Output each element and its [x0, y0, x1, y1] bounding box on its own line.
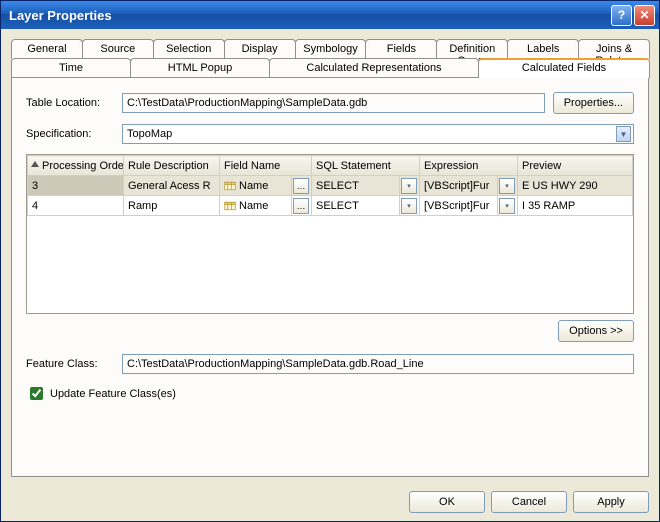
cancel-button[interactable]: Cancel — [491, 491, 567, 513]
table-location-label: Table Location: — [26, 97, 122, 109]
tab-general[interactable]: General — [11, 39, 83, 59]
feature-class-input[interactable] — [122, 354, 634, 374]
tab-definition-query[interactable]: Definition Query — [436, 39, 508, 59]
expr-dropdown-button[interactable]: ▾ — [499, 198, 515, 214]
tab-fields[interactable]: Fields — [365, 39, 437, 59]
update-feature-class-label: Update Feature Class(es) — [50, 388, 176, 400]
cell-order: 4 — [28, 196, 124, 216]
cell-rule: General Acess R — [124, 176, 220, 196]
properties-button[interactable]: Properties... — [553, 92, 634, 114]
options-button[interactable]: Options >> — [558, 320, 634, 342]
rules-grid[interactable]: Processing Order Rule Description Field … — [26, 154, 634, 314]
feature-class-label: Feature Class: — [26, 358, 122, 370]
cell-preview: E US HWY 290 — [518, 176, 633, 196]
tab-symbology[interactable]: Symbology — [295, 39, 367, 59]
cell-order: 3 — [28, 176, 124, 196]
sort-asc-icon — [31, 161, 39, 167]
specification-select[interactable]: TopoMap ▼ — [122, 124, 634, 144]
window-title: Layer Properties — [9, 8, 609, 23]
field-browse-button[interactable]: … — [293, 198, 309, 214]
tab-time[interactable]: Time — [11, 58, 131, 78]
cell-sql: SELECT — [312, 176, 400, 196]
col-sql-statement[interactable]: SQL Statement — [312, 156, 420, 176]
update-feature-class-checkbox[interactable] — [30, 387, 43, 400]
cell-expr: [VBScript]Fur — [420, 196, 498, 216]
cell-rule: Ramp — [124, 196, 220, 216]
specification-value: TopoMap — [127, 128, 172, 140]
tab-html-popup[interactable]: HTML Popup — [130, 58, 270, 78]
tab-display[interactable]: Display — [224, 39, 296, 59]
cell-sql: SELECT — [312, 196, 400, 216]
table-location-input[interactable] — [122, 93, 545, 113]
col-preview[interactable]: Preview — [518, 156, 633, 176]
cell-preview: I 35 RAMP — [518, 196, 633, 216]
tab-calculated-fields[interactable]: Calculated Fields — [478, 58, 650, 78]
titlebar: Layer Properties ? ✕ — [1, 1, 659, 29]
cell-expr: [VBScript]Fur — [420, 176, 498, 196]
col-expression[interactable]: Expression — [420, 156, 518, 176]
expr-dropdown-button[interactable]: ▾ — [499, 178, 515, 194]
tab-selection[interactable]: Selection — [153, 39, 225, 59]
cell-field: Name — [220, 196, 292, 216]
field-browse-button[interactable]: … — [293, 178, 309, 194]
ok-button[interactable]: OK — [409, 491, 485, 513]
table-row[interactable]: 3General Acess RName…SELECT ▾[VBScript]F… — [28, 176, 633, 196]
sql-dropdown-button[interactable]: ▾ — [401, 198, 417, 214]
col-field-name[interactable]: Field Name — [220, 156, 312, 176]
tab-labels[interactable]: Labels — [507, 39, 579, 59]
col-processing-order[interactable]: Processing Order — [28, 156, 124, 176]
apply-button[interactable]: Apply — [573, 491, 649, 513]
grid-header-row: Processing Order Rule Description Field … — [28, 156, 633, 176]
tab-calculated-representations[interactable]: Calculated Representations — [269, 58, 479, 78]
help-button[interactable]: ? — [611, 5, 632, 26]
dialog-footer: OK Cancel Apply — [9, 487, 651, 513]
close-button[interactable]: ✕ — [634, 5, 655, 26]
cell-field: Name — [220, 176, 292, 196]
tab-source[interactable]: Source — [82, 39, 154, 59]
tab-joins-relates[interactable]: Joins & Relates — [578, 39, 650, 59]
tab-panel-calculated-fields: Table Location: Properties... Specificat… — [11, 77, 649, 477]
specification-label: Specification: — [26, 128, 122, 140]
chevron-down-icon: ▼ — [616, 126, 631, 142]
table-row[interactable]: 4RampName…SELECT ▾[VBScript]Fur▾I 35 RAM… — [28, 196, 633, 216]
col-rule-description[interactable]: Rule Description — [124, 156, 220, 176]
tab-strip: General Source Selection Display Symbolo… — [11, 39, 649, 477]
sql-dropdown-button[interactable]: ▾ — [401, 178, 417, 194]
